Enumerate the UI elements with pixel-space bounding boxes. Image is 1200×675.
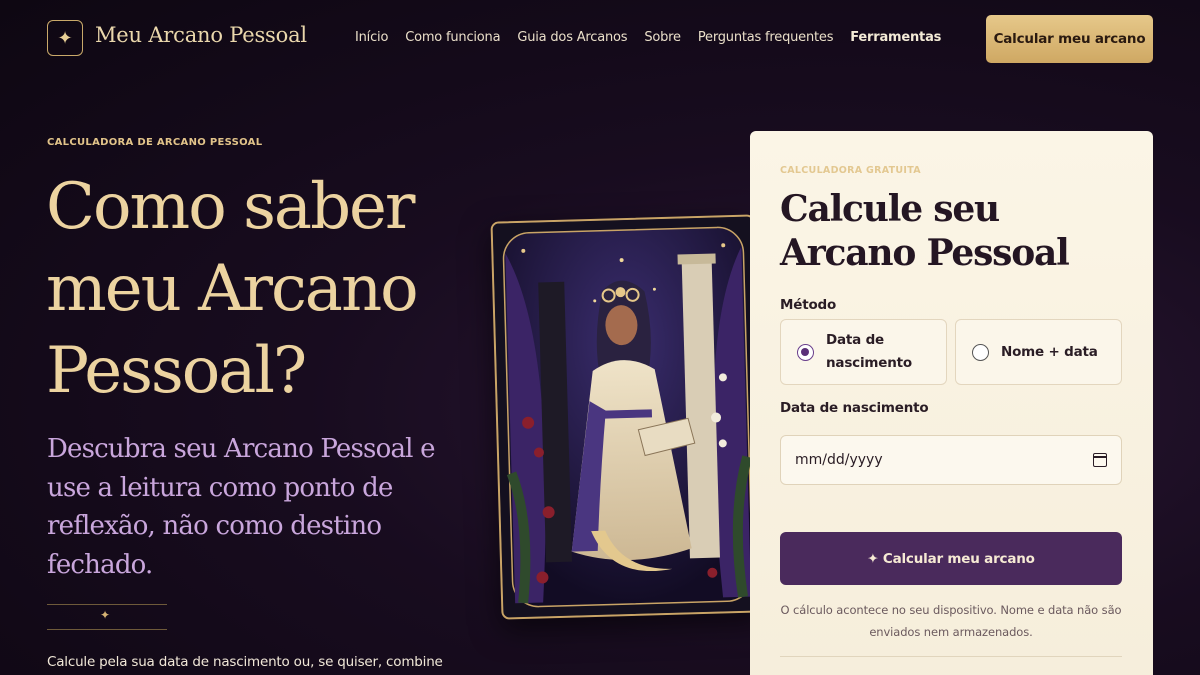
panel-title: Calcule seu Arcano Pessoal: [780, 188, 1070, 274]
hero-body-text: Calcule pela sua data de nascimento ou, …: [47, 654, 443, 670]
hero-subtitle: Descubra seu Arcano Pessoal e use a leit…: [47, 434, 436, 580]
date-label: Data de nascimento: [780, 400, 929, 416]
priestess-card-art: [492, 216, 764, 618]
hero-eyebrow: CALCULADORA DE ARCANO PESSOAL: [47, 137, 263, 148]
divider-bottom: [47, 629, 167, 630]
nav-ferramentas[interactable]: Ferramentas: [850, 30, 941, 45]
divider-top: [47, 604, 167, 605]
nav-guia-dos-arcanos[interactable]: Guia dos Arcanos: [517, 30, 627, 45]
radio-unchecked-icon[interactable]: [972, 343, 989, 361]
main-nav: Início Como funciona Guia dos Arcanos So…: [355, 30, 958, 45]
nav-perguntas-frequentes[interactable]: Perguntas frequentes: [698, 30, 834, 45]
option-data-de-nascimento[interactable]: Data de nascimento: [780, 319, 947, 385]
calculator-panel: CALCULADORA GRATUITA Calcule seu Arcano …: [750, 131, 1153, 675]
privacy-note: O cálculo acontece no seu dispositivo. N…: [780, 603, 1122, 639]
birthdate-input[interactable]: mm/dd/yyyy: [780, 435, 1122, 485]
date-placeholder: mm/dd/yyyy: [795, 452, 883, 468]
header-cta-button[interactable]: Calcular meu arcano: [986, 15, 1153, 63]
nav-sobre[interactable]: Sobre: [644, 30, 681, 45]
panel-divider: [780, 656, 1122, 657]
option-label-name-date: Nome + data: [1001, 343, 1098, 360]
radio-checked-icon[interactable]: [797, 343, 814, 361]
calculate-submit-button[interactable]: ✦ Calcular meu arcano: [780, 532, 1122, 585]
option-nome-data[interactable]: Nome + data: [955, 319, 1122, 385]
panel-eyebrow: CALCULADORA GRATUITA: [780, 165, 921, 176]
calendar-icon[interactable]: [1093, 453, 1107, 467]
divider-star-icon: ✦: [100, 608, 111, 622]
nav-inicio[interactable]: Início: [355, 30, 388, 45]
logo-sparkle-icon[interactable]: ✦: [47, 20, 83, 56]
nav-como-funciona[interactable]: Como funciona: [405, 30, 500, 45]
method-label: Método: [780, 297, 837, 313]
brand-name[interactable]: Meu Arcano Pessoal: [95, 23, 307, 47]
hero-title: Como saber meu Arcano Pessoal?: [46, 170, 419, 408]
tarot-card-illustration: [490, 214, 766, 620]
site-header: ✦ Meu Arcano Pessoal Início Como funcion…: [0, 0, 1200, 78]
option-label-birthdate: Data de nascimento: [826, 332, 912, 371]
